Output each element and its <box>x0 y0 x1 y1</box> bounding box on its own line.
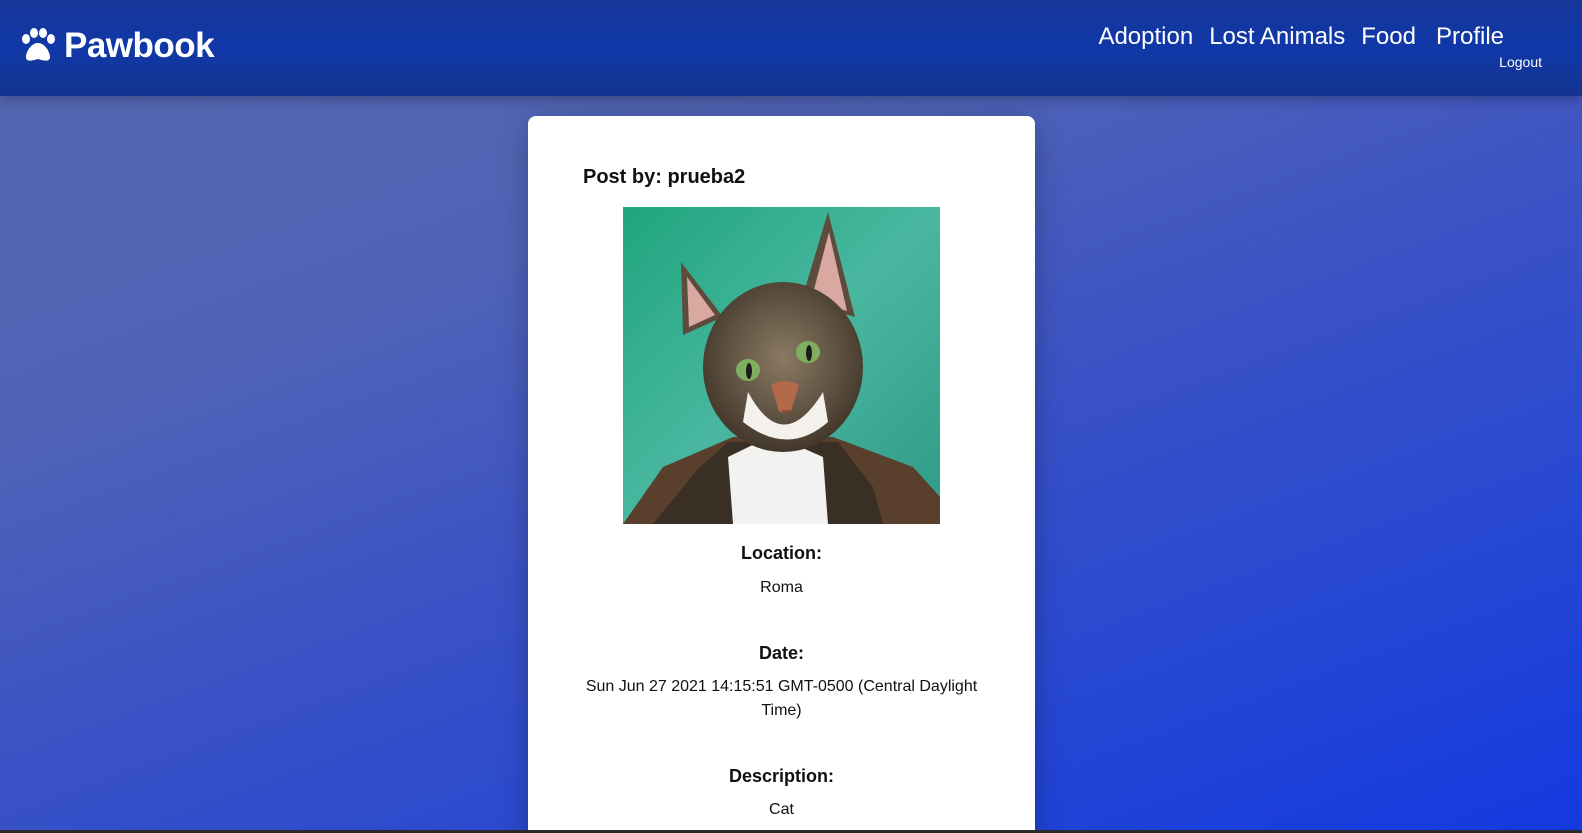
brand-name: Pawbook <box>64 26 215 65</box>
pet-photo <box>623 207 940 524</box>
nav-food-link[interactable]: Food <box>1361 22 1416 52</box>
paw-icon <box>18 28 58 64</box>
date-label: Date: <box>758 643 804 663</box>
nav-profile-link[interactable]: Profile <box>1436 22 1504 52</box>
description-label: Description: <box>728 766 834 786</box>
logout-link[interactable]: Logout <box>1499 54 1542 70</box>
brand-logo-link[interactable]: Pawbook <box>18 26 215 66</box>
nav-adoption-link[interactable]: Adoption <box>1098 22 1193 52</box>
post-author: Post by: prueba2 <box>583 166 746 188</box>
description-value: Cat <box>769 801 794 818</box>
main-nav: Adoption Lost Animals Food Profile <box>1098 22 1504 52</box>
top-navbar: Pawbook Adoption Lost Animals Food Profi… <box>0 0 1582 96</box>
location-label: Location: <box>741 543 822 563</box>
nav-lost-animals-link[interactable]: Lost Animals <box>1209 22 1345 52</box>
date-value: Sun Jun 27 2021 14:15:51 GMT-0500 (Centr… <box>585 678 978 719</box>
post-card: Post by: prueba2 Location: Roma Date: Su… <box>528 116 1035 833</box>
location-value: Roma <box>760 579 803 596</box>
